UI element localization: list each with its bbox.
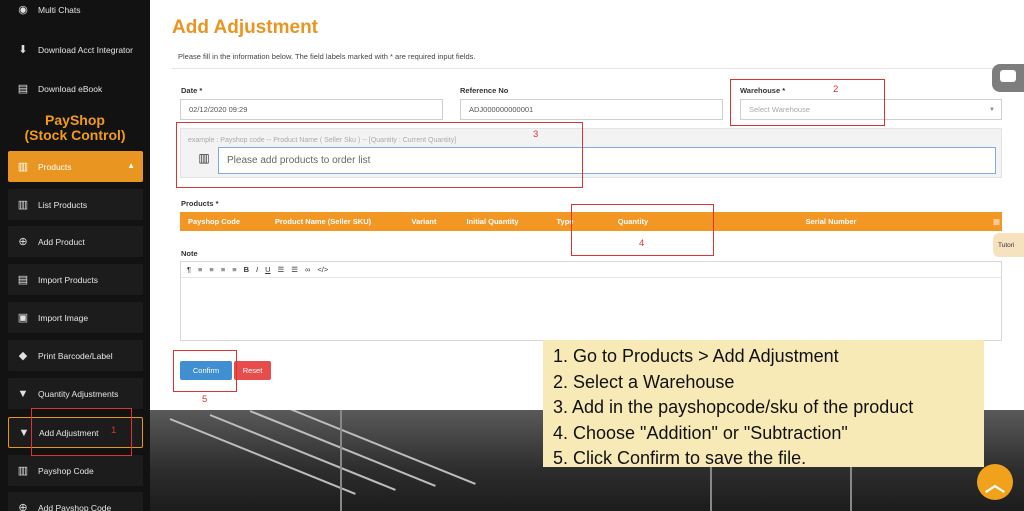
sidebar-item-import-products[interactable]: ▤ Import Products xyxy=(8,264,143,295)
annotation-box-confirm xyxy=(173,350,237,392)
image-icon: ▣ xyxy=(17,312,29,324)
align-justify-icon[interactable]: ≡ xyxy=(232,265,236,274)
note-editor[interactable]: ¶ ≡ ≡ ≡ ≡ B I U ☰ ☰ ∞ </> xyxy=(180,261,1002,341)
sidebar-item-import-image[interactable]: ▣ Import Image xyxy=(8,302,143,333)
page-title: Add Adjustment xyxy=(172,17,319,38)
reference-field[interactable]: ADJ000000000001 xyxy=(460,99,723,120)
list-icon: ▥ xyxy=(17,199,29,211)
sidebar-item-add-product[interactable]: ⊕ Add Product xyxy=(8,226,143,257)
plus-circle-icon: ⊕ xyxy=(18,502,28,511)
date-label: Date * xyxy=(181,86,203,95)
annotation-box-warehouse xyxy=(730,79,885,126)
underline-icon[interactable]: U xyxy=(265,265,270,274)
book-icon: ▤ xyxy=(17,83,29,95)
messenger-icon: ◉ xyxy=(18,4,28,16)
annotation-number-1: 1 xyxy=(111,425,117,436)
scroll-to-top-button[interactable]: ︿ xyxy=(977,464,1013,500)
plus-circle-icon: ⊕ xyxy=(18,236,28,248)
align-right-icon[interactable]: ≡ xyxy=(221,265,225,274)
italic-icon[interactable]: I xyxy=(256,265,258,274)
instruction-step: 3. Add in the payshopcode/sku of the pro… xyxy=(553,397,914,417)
chat-bubble-icon[interactable] xyxy=(992,64,1024,92)
tutorial-tab[interactable]: Tutori xyxy=(993,233,1024,257)
annotation-number-2: 2 xyxy=(833,84,839,95)
column-payshop-code: Payshop Code xyxy=(187,217,241,226)
trash-icon: ▦ xyxy=(992,217,1001,226)
column-initial-quantity: Initial Quantity xyxy=(466,217,519,226)
instruction-step: 5. Click Confirm to save the file. xyxy=(553,448,807,468)
intro-text: Please fill in the information below. Th… xyxy=(178,52,476,61)
filter-icon: ▼ xyxy=(17,387,29,400)
code-icon[interactable]: </> xyxy=(317,265,328,274)
annotation-number-4: 4 xyxy=(639,238,645,249)
barcode-icon: ▥ xyxy=(17,465,29,477)
chevron-up-icon: ︿ xyxy=(985,473,1005,496)
align-left-icon[interactable]: ≡ xyxy=(198,265,202,274)
note-label: Note xyxy=(181,249,198,258)
sidebar-item-products[interactable]: ▥ Products ▲ xyxy=(8,151,143,182)
file-icon: ▤ xyxy=(17,274,29,286)
reset-button[interactable]: Reset xyxy=(234,361,271,380)
column-product-name: Product Name (Seller SKU) xyxy=(274,217,372,226)
products-label: Products * xyxy=(181,199,219,208)
instruction-step: 4. Choose "Addition" or "Subtraction" xyxy=(553,422,848,443)
sidebar-item-add-payshop-code[interactable]: ⊕ Add Payshop Code xyxy=(8,492,143,511)
reference-label: Reference No xyxy=(460,86,509,95)
unordered-list-icon[interactable]: ☰ xyxy=(291,265,298,274)
column-variant: Variant xyxy=(411,217,437,226)
ordered-list-icon[interactable]: ☰ xyxy=(278,265,285,274)
sidebar-item-multi-chats[interactable]: ◉ Multi Chats xyxy=(8,0,143,25)
align-center-icon[interactable]: ≡ xyxy=(209,265,213,274)
tag-icon: ◆ xyxy=(18,350,28,362)
column-serial-number: Serial Number xyxy=(805,217,857,226)
note-toolbar: ¶ ≡ ≡ ≡ ≡ B I U ☰ ☰ ∞ </> xyxy=(181,262,1001,278)
sidebar-item-list-products[interactable]: ▥ List Products xyxy=(8,189,143,220)
sidebar-item-print-barcode[interactable]: ◆ Print Barcode/Label xyxy=(8,340,143,371)
instruction-step: 1. Go to Products > Add Adjustment xyxy=(553,346,839,366)
sidebar-item-payshop-code[interactable]: ▥ Payshop Code xyxy=(8,455,143,486)
sidebar-item-download-ebook[interactable]: ▤ Download eBook xyxy=(8,73,143,104)
brand-title: PayShop (Stock Control) xyxy=(24,112,126,143)
sidebar-item-quantity-adjustments[interactable]: ▼ Quantity Adjustments xyxy=(8,378,143,409)
download-icon: ⬇ xyxy=(18,44,28,56)
annotation-number-5: 5 xyxy=(202,394,208,405)
bold-icon[interactable]: B xyxy=(244,265,249,274)
instruction-step: 2. Select a Warehouse xyxy=(553,371,735,392)
chevron-up-icon: ▲ xyxy=(127,161,135,170)
annotation-number-3: 3 xyxy=(533,129,539,140)
instructions-panel: 1. Go to Products > Add Adjustment 2. Se… xyxy=(543,340,984,468)
barcode-icon: ▥ xyxy=(17,161,29,173)
annotation-box-add-adjustment xyxy=(31,408,132,456)
paragraph-icon[interactable]: ¶ xyxy=(187,265,191,274)
date-field[interactable]: 02/12/2020 09:29 xyxy=(180,99,443,120)
sidebar-item-download-acct-integrator[interactable]: ⬇ Download Acct Integrator xyxy=(8,34,143,65)
annotation-box-search xyxy=(176,122,583,188)
link-icon[interactable]: ∞ xyxy=(305,265,310,274)
chevron-down-icon: ▼ xyxy=(989,107,995,113)
